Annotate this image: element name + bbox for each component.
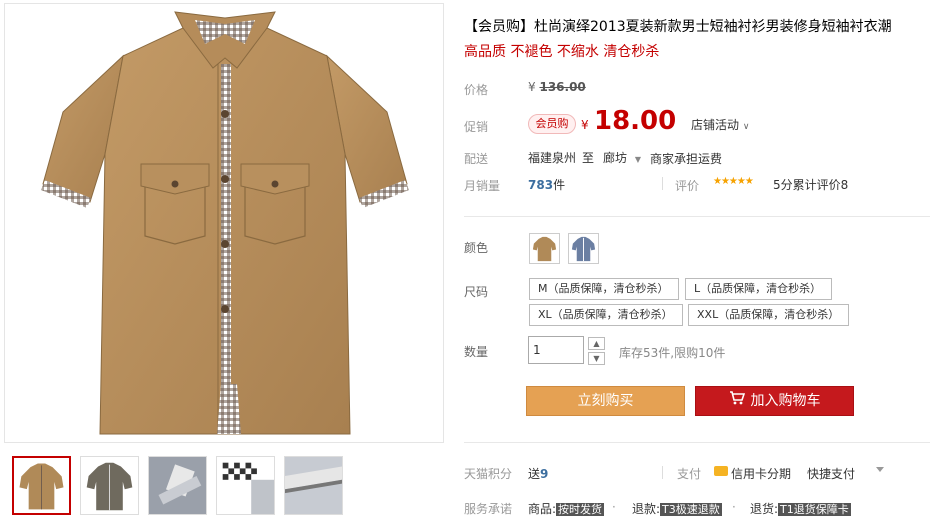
size-option-xl[interactable]: XL（品质保障，清仓秒杀） [529,304,683,326]
service-item-label: 退货: [750,502,779,516]
original-price: ¥ 136.00 [528,80,586,94]
color-swatch-khaki[interactable] [529,233,560,264]
divider [662,177,663,190]
rating-summary-link[interactable]: 5分累计评价8 [773,176,848,193]
main-product-image[interactable] [4,3,444,443]
quantity-label: 数量 [464,345,489,359]
payment-label: 支付 [677,467,702,481]
points-prefix: 送 [528,467,541,481]
thumbnail-sleeve-detail[interactable] [148,456,207,515]
fast-pay[interactable]: 快捷支付 [807,465,855,482]
thumbnail-khaki-shirt[interactable] [12,456,71,515]
ship-from: 福建泉州 [528,151,577,165]
monthly-sales: 783件 [528,176,565,193]
service-tag: 按时发货 [556,503,605,516]
caret-down-icon: ▼ [634,155,641,164]
product-subtitle: 高品质 不褪色 不缩水 清仓秒杀 [464,44,660,60]
vip-badge: 会员购 [528,114,576,134]
ship-to-word: 至 [582,151,595,165]
cart-icon [729,387,745,415]
shipping-label: 配送 [464,152,489,166]
caret-down-icon[interactable] [876,467,884,472]
star-icon: ★★★★★ [713,176,754,187]
sale-currency: ¥ [581,118,589,132]
size-option-l[interactable]: L（品质保障，清仓秒杀） [685,278,832,300]
price-label: 价格 [464,83,489,97]
original-price-value: 136.00 [539,80,586,94]
section-divider [464,216,930,217]
points-value: 送9 [528,465,548,482]
quantity-decrease-button[interactable]: ▼ [588,352,605,365]
service-item-label: 商品: [528,502,557,516]
product-title: 【会员购】杜尚演绎2013夏装新款男士短袖衬衫男装修身短袖衬衣潮 [464,19,892,35]
service-tag: T3极速退款 [660,503,722,516]
thumbnail-collar-detail[interactable] [216,456,275,515]
add-to-cart-label: 加入购物车 [750,393,821,409]
quantity-input[interactable] [528,336,584,364]
separator-dot: · [732,500,736,514]
service-item-label: 退款: [632,502,661,516]
sale-price: 18.00 [594,106,677,136]
shipping-fee: 商家承担运费 [650,152,723,166]
monthly-sales-count: 783 [528,178,554,192]
quantity-increase-button[interactable]: ▲ [588,337,605,350]
service-item-shipping[interactable]: 商品: 按时发货 [528,500,605,517]
color-label: 颜色 [464,241,489,255]
currency-symbol: ¥ [528,80,536,94]
monthly-sales-label: 月销量 [464,179,501,193]
credit-card-installment[interactable]: 信用卡分期 [731,465,791,482]
chevron-down-icon: ∨ [742,122,750,132]
monthly-sales-unit: 件 [553,178,566,192]
shop-activity-label: 店铺活动 [691,118,740,132]
buy-now-button[interactable]: 立刻购买 [526,386,685,416]
points-amount: 9 [540,467,549,481]
separator-dot: · [612,500,616,514]
service-label: 服务承诺 [464,502,513,516]
shop-activity-dropdown[interactable]: 店铺活动 ∨ [691,116,749,133]
rating-label: 评价 [675,179,700,193]
stock-info: 库存53件,限购10件 [619,346,726,360]
thumbnail-strip [12,456,343,515]
promo-label: 促销 [464,120,489,134]
color-swatch-blue[interactable] [568,233,599,264]
divider [662,466,663,479]
points-label: 天猫积分 [464,467,513,481]
size-option-m[interactable]: M（品质保障，清仓秒杀） [529,278,679,300]
destination-city: 廊坊 [603,151,628,165]
size-option-xxl[interactable]: XXL（品质保障，清仓秒杀） [688,304,849,326]
credit-card-icon [714,466,728,476]
section-divider [464,442,930,443]
thumbnail-grey-shirt[interactable] [80,456,139,515]
size-label: 尺码 [464,285,489,299]
service-item-refund[interactable]: 退款: T3极速退款 [632,500,722,517]
service-tag: T1退货保障卡 [778,503,851,516]
destination-city-select[interactable]: 廊坊 ▼ [603,149,641,166]
service-item-return[interactable]: 退货: T1退货保障卡 [750,500,851,517]
add-to-cart-button[interactable]: 加入购物车 [695,386,854,416]
thumbnail-hem-detail[interactable] [284,456,343,515]
